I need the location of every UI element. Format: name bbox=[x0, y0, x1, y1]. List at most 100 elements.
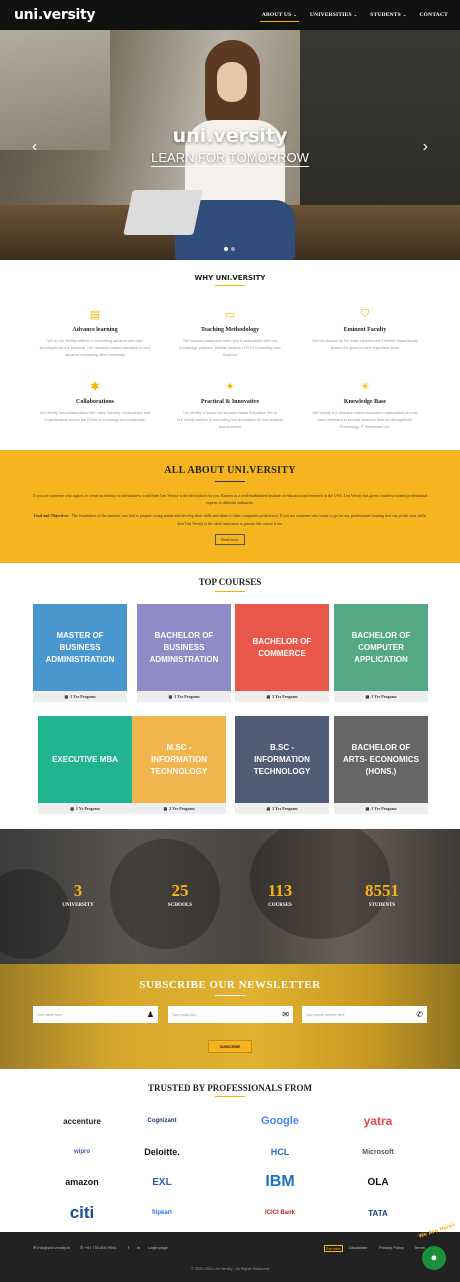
feature-practical-innovative: ✦ Practical & Innovative Uni.Versity is … bbox=[170, 380, 290, 432]
stat-students: 8551 STUDENTS bbox=[365, 881, 399, 908]
client-logo-icici-bank: ICICI Bank bbox=[264, 1210, 295, 1216]
stats-section: 3 UNIVERSITY 25 SCHOOLS 113 COURSES 8551… bbox=[0, 829, 460, 964]
phone-icon: ✆ bbox=[416, 1010, 423, 1019]
site-header: uni.versity ABOUT US ⌄ UNIVERSITIES ⌄ STUD… bbox=[0, 0, 460, 30]
chevron-down-icon: ⌄ bbox=[402, 12, 407, 17]
nav-students[interactable]: STUDENTS ⌄ bbox=[368, 9, 408, 21]
client-logo-yatra: yatra bbox=[363, 1114, 393, 1128]
courses-divider bbox=[215, 591, 245, 592]
mail-icon: ✉ bbox=[282, 1010, 289, 1019]
nav-contact[interactable]: CONTACT bbox=[418, 9, 451, 21]
slider-dot-1[interactable] bbox=[224, 247, 228, 251]
calendar-icon: ▦ bbox=[365, 694, 370, 699]
calendar-icon: ▦ bbox=[266, 694, 271, 699]
chat-bubble-icon[interactable]: ● bbox=[422, 1246, 446, 1270]
nav-about-us[interactable]: ABOUT US ⌄ bbox=[259, 9, 299, 22]
site-logo[interactable]: uni.versity bbox=[14, 7, 96, 23]
client-logo-hcl: HCL bbox=[270, 1147, 290, 1157]
why-divider bbox=[215, 285, 245, 286]
footer-link-terms[interactable]: Terms bbox=[414, 1245, 425, 1250]
about-title: ALL ABOUT UNI.VERSITY bbox=[164, 465, 296, 476]
chevron-down-icon: ⌄ bbox=[353, 12, 358, 17]
course-card-ba-economics[interactable]: BACHELOR OF ARTS- ECONOMICS (HONS.) ▦ 3 Y… bbox=[334, 716, 428, 814]
feature-advance-learning: ▤ Advance learning We at Uni.Versity bel… bbox=[35, 308, 155, 360]
slider-prev-arrow-icon[interactable]: ‹ bbox=[32, 138, 37, 156]
users-icon: ✱ bbox=[90, 381, 100, 393]
graduation-cap-icon: ⛉ bbox=[360, 308, 370, 320]
hero-slider: uni.versity LEARN FOR TOMORROW ‹ › bbox=[0, 30, 460, 260]
client-logo-tata: TATA bbox=[368, 1208, 388, 1218]
laptop-icon: ▭ bbox=[224, 309, 236, 321]
stat-university: 3 UNIVERSITY bbox=[62, 881, 94, 908]
newsletter-divider bbox=[215, 995, 245, 996]
facebook-icon[interactable]: f bbox=[128, 1245, 129, 1250]
client-logo-ibm: IBM bbox=[265, 1173, 295, 1190]
client-logo-exl: EXL bbox=[152, 1176, 172, 1188]
site-footer: ✉ info@uni.versity.in ✆ +91 733 890 9961… bbox=[0, 1232, 460, 1282]
feature-collaborations: ✱ Collaborations Uni.Versity has collabo… bbox=[35, 380, 155, 424]
calendar-icon: ▦ bbox=[168, 694, 173, 699]
course-card-msc-it[interactable]: M.SC - INFORMATION TECHNOLOGY ▦ 2 Yrs Pro… bbox=[132, 716, 226, 814]
footer-link-disclaimer[interactable]: Disclaimer bbox=[349, 1245, 368, 1250]
phone-input[interactable]: Your phone number here ✆ bbox=[302, 1006, 427, 1023]
slider-next-arrow-icon[interactable]: › bbox=[423, 138, 428, 156]
name-input[interactable]: Your name here ♟ bbox=[33, 1006, 158, 1023]
course-card-bba[interactable]: BACHELOR OF BUSINESS ADMINISTRATION ▦ 3 Y… bbox=[137, 604, 231, 702]
read-more-button[interactable]: Read more bbox=[215, 533, 245, 545]
about-divider bbox=[215, 481, 245, 482]
user-icon: ♟ bbox=[146, 1010, 154, 1019]
trusted-title: TRUSTED BY PROFESSIONALS FROM bbox=[148, 1083, 312, 1093]
course-card-mba[interactable]: MASTER OF BUSINESS ADMINISTRATION ▦ 2 Yrs… bbox=[33, 604, 127, 702]
balance-icon: ✦ bbox=[225, 381, 235, 393]
footer-phone[interactable]: ✆ +91 733 890 9961 bbox=[80, 1245, 117, 1250]
client-logo-accenture: accenture bbox=[63, 1116, 101, 1126]
calendar-icon: ▦ bbox=[70, 806, 75, 811]
calendar-icon: ▦ bbox=[266, 806, 271, 811]
why-section: WHY UNI.VERSITY ▤ Advance learning We at… bbox=[0, 260, 460, 450]
course-card-bsc-it[interactable]: B.SC - INFORMATION TECHNOLOGY ▦ 3 Yrs Pro… bbox=[235, 716, 329, 814]
client-logo-cognizant: Cognizant bbox=[147, 1118, 177, 1124]
client-logo-deloitte: Deloitte. bbox=[144, 1147, 180, 1157]
footer-link-next[interactable]: For next bbox=[324, 1245, 343, 1252]
slider-dots bbox=[224, 247, 235, 251]
stat-courses: 113 COURSES bbox=[267, 881, 293, 908]
newsletter-title: SUBSCRIBE OUR NEWSLETTER bbox=[139, 979, 321, 991]
footer-link-privacy[interactable]: Privacy Policy bbox=[379, 1245, 404, 1250]
book-icon: ▤ bbox=[89, 309, 101, 321]
courses-title: TOP COURSES bbox=[198, 577, 262, 587]
course-card-executive-mba[interactable]: EXECUTIVE MBA ▦ 1 Yr Program bbox=[38, 716, 132, 814]
subscribe-button[interactable]: SUBSCRIBE bbox=[208, 1040, 252, 1053]
about-paragraph-2: Goal and Objectives - The foundation of … bbox=[33, 513, 427, 526]
hero-title: uni.versity bbox=[172, 125, 288, 147]
client-logo-amazon: amazon bbox=[65, 1177, 99, 1187]
client-logo-ola: OLA bbox=[367, 1176, 389, 1188]
chevron-down-icon: ⌄ bbox=[293, 11, 297, 17]
about-paragraph-1: If you are someone who aspires to create… bbox=[33, 493, 427, 506]
feature-eminent-faculty: ⛉ Eminent Faculty Get the chance by the … bbox=[305, 308, 425, 352]
newsletter-section: SUBSCRIBE OUR NEWSLETTER Your name here … bbox=[0, 964, 460, 1069]
hero-photo-laptop bbox=[123, 190, 203, 235]
main-nav: ABOUT US ⌄ UNIVERSITIES ⌄ STUDENTS ⌄ CONTAC… bbox=[259, 0, 451, 30]
stat-schools: 25 SCHOOLS bbox=[167, 881, 193, 908]
linkedin-icon[interactable]: in bbox=[137, 1245, 140, 1250]
course-card-bcom[interactable]: BACHELOR OF COMMERCE ▦ 3 Yrs Program bbox=[235, 604, 329, 702]
slider-dot-2[interactable] bbox=[231, 247, 235, 251]
client-logo-google: Google bbox=[261, 1115, 299, 1127]
courses-section: TOP COURSES MASTER OF BUSINESS ADMINISTR… bbox=[0, 563, 460, 829]
nav-universities[interactable]: UNIVERSITIES ⌄ bbox=[308, 9, 359, 21]
why-title: WHY UNI.VERSITY bbox=[194, 274, 266, 282]
footer-email[interactable]: ✉ info@uni.versity.in bbox=[33, 1245, 70, 1250]
email-input[interactable]: Your email here ✉ bbox=[168, 1006, 293, 1023]
calendar-icon: ▦ bbox=[163, 806, 168, 811]
calendar-icon: ▦ bbox=[64, 694, 69, 699]
copyright: © 2020-2021 Uni.Versity - All Rights Res… bbox=[191, 1267, 269, 1271]
client-logo-citi: citi bbox=[69, 1203, 95, 1222]
about-section: ALL ABOUT UNI.VERSITY If you are someone… bbox=[0, 450, 460, 563]
client-logo-wipro: wipro bbox=[74, 1149, 90, 1155]
course-card-bca[interactable]: BACHELOR OF COMPUTER APPLICATION ▦ 3 Yrs … bbox=[334, 604, 428, 702]
calendar-icon: ▦ bbox=[365, 806, 370, 811]
feature-knowledge-base: ☀ Knowledge Base Uni.Versity is a resear… bbox=[305, 380, 425, 432]
footer-login-link[interactable]: Login page bbox=[148, 1245, 168, 1250]
feature-teaching-methodology: ▭ Teaching Methodology The conduct class… bbox=[170, 308, 290, 360]
hero-subtitle: LEARN FOR TOMORROW bbox=[151, 150, 309, 167]
